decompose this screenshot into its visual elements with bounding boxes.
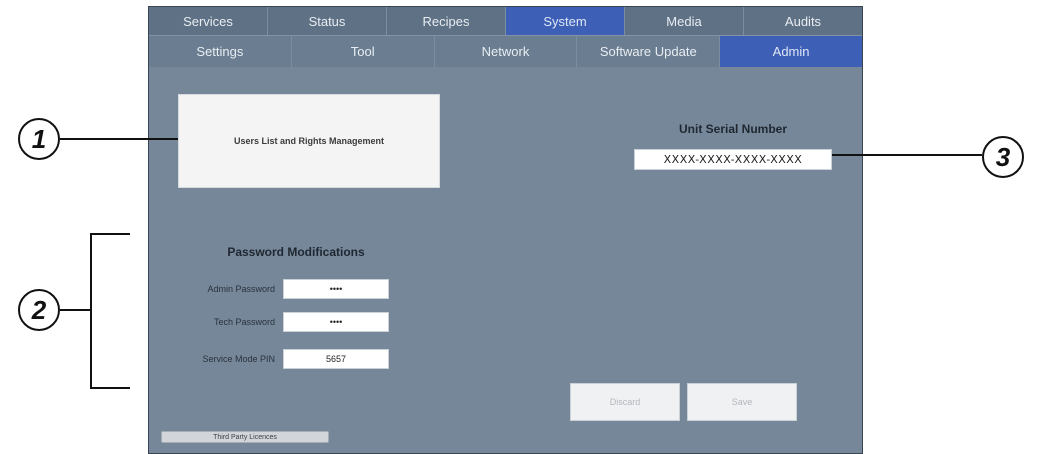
tab-system[interactable]: System — [506, 7, 625, 35]
tab-admin[interactable]: Admin — [720, 36, 862, 67]
tab-audits[interactable]: Audits — [744, 7, 862, 35]
tech-password-label: Tech Password — [213, 317, 275, 327]
serial-number-title: Unit Serial Number — [678, 122, 788, 136]
callout-3-leader — [832, 154, 982, 156]
tab-status[interactable]: Status — [268, 7, 387, 35]
callout-3-label: 3 — [995, 141, 1011, 172]
tab-services[interactable]: Services — [149, 7, 268, 35]
tech-password-input[interactable]: •••• — [283, 312, 389, 332]
service-pin-label: Service Mode PIN — [202, 354, 275, 364]
tab-software-update[interactable]: Software Update — [577, 36, 721, 67]
admin-password-label: Admin Password — [207, 284, 275, 294]
callout-1-label: 1 — [31, 123, 47, 154]
tech-password-row: Tech Password •••• — [163, 312, 389, 332]
callout-3: 3 — [982, 136, 1024, 178]
sub-tab-bar: Settings Tool Network Software Update Ad… — [149, 36, 862, 67]
serial-number-field: XXXX-XXXX-XXXX-XXXX — [634, 149, 832, 170]
main-tab-bar: Services Status Recipes System Media Aud… — [149, 7, 862, 36]
service-pin-row: Service Mode PIN 5657 — [163, 349, 389, 369]
callout-2-label: 2 — [31, 294, 47, 325]
admin-screen: Services Status Recipes System Media Aud… — [148, 6, 863, 454]
bracket-top — [90, 233, 130, 235]
tab-tool[interactable]: Tool — [291, 36, 435, 67]
callout-2-leader — [60, 309, 90, 311]
tab-recipes[interactable]: Recipes — [387, 7, 506, 35]
tab-settings[interactable]: Settings — [149, 36, 292, 67]
password-section-title: Password Modifications — [227, 245, 365, 259]
discard-button[interactable]: Discard — [570, 383, 680, 421]
callout-1-leader — [60, 138, 178, 140]
callout-2: 2 — [18, 289, 60, 331]
tab-media[interactable]: Media — [625, 7, 744, 35]
admin-password-input[interactable]: •••• — [283, 279, 389, 299]
third-party-licences-button[interactable]: Third Party Licences — [161, 431, 329, 443]
callout-1: 1 — [18, 118, 60, 160]
users-rights-button[interactable]: Users List and Rights Management — [178, 94, 440, 188]
save-button[interactable]: Save — [687, 383, 797, 421]
service-pin-input[interactable]: 5657 — [283, 349, 389, 369]
bracket-vertical — [90, 233, 92, 388]
bracket-bottom — [90, 387, 130, 389]
admin-password-row: Admin Password •••• — [163, 279, 389, 299]
tab-network[interactable]: Network — [434, 36, 578, 67]
